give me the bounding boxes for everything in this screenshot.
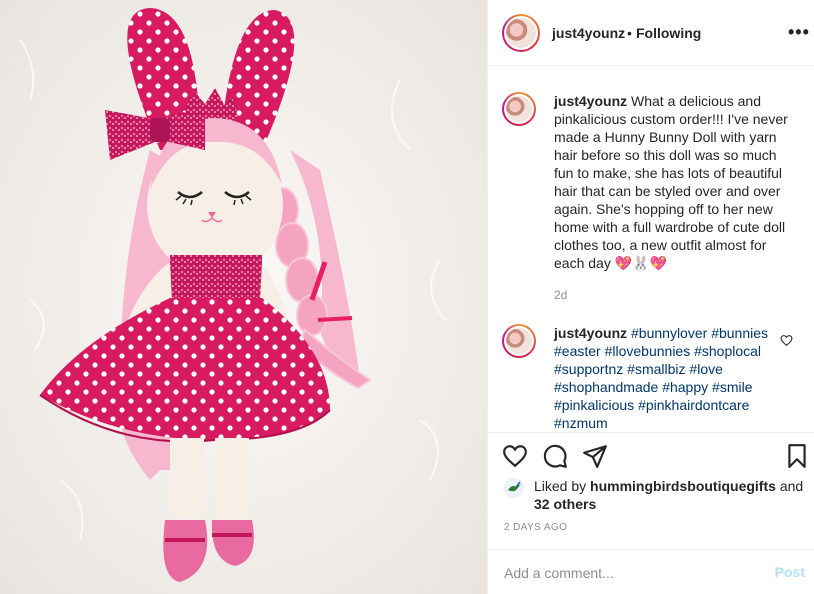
hashtag-link[interactable]: #love bbox=[689, 361, 722, 377]
hashtag-link[interactable]: #shophandmade bbox=[554, 379, 658, 395]
post-actions: Liked by hummingbirdsboutiquegifts and 3… bbox=[488, 432, 814, 594]
hashtag-comment-username[interactable]: just4younz bbox=[554, 325, 627, 341]
hashtag-link[interactable]: #bunnies bbox=[711, 325, 768, 341]
following-button[interactable]: Following bbox=[636, 25, 701, 41]
add-comment-bar: Post bbox=[488, 549, 814, 594]
hashtag-link[interactable]: #easter bbox=[554, 343, 601, 359]
hashtag-comment-avatar[interactable] bbox=[502, 324, 536, 358]
likes-text: Liked by hummingbirdsboutiquegifts and 3… bbox=[534, 477, 804, 513]
separator-dot: • bbox=[627, 25, 632, 41]
post-button[interactable]: Post bbox=[775, 564, 805, 580]
hashtag-link[interactable]: #happy bbox=[662, 379, 708, 395]
caption-body: What a delicious and pinkalicious custom… bbox=[554, 93, 788, 271]
caption-avatar[interactable] bbox=[502, 92, 536, 126]
post-sidebar: just4younz • Following ••• just4younz Wh… bbox=[487, 0, 814, 594]
hashtag-link[interactable]: #supportnz bbox=[554, 361, 623, 377]
caption-emoji: 💖🐰💖 bbox=[614, 255, 668, 271]
sequin-bodice bbox=[170, 255, 262, 300]
author-avatar[interactable] bbox=[502, 14, 540, 52]
hashtag-comment-text: just4younz #bunnylover #bunnies #easter … bbox=[554, 324, 792, 432]
more-options-icon[interactable]: ••• bbox=[788, 22, 810, 43]
hashtag-link[interactable]: #smallbiz bbox=[627, 361, 685, 377]
share-icon[interactable] bbox=[582, 443, 608, 469]
post-image[interactable] bbox=[0, 0, 487, 594]
comment-like-icon[interactable] bbox=[780, 334, 793, 347]
others-count[interactable]: 32 others bbox=[534, 496, 596, 512]
liked-by-prefix: Liked by bbox=[534, 478, 587, 494]
hashtag-link[interactable]: #smile bbox=[712, 379, 752, 395]
caption-time[interactable]: 2d bbox=[554, 288, 567, 302]
liker-avatar[interactable] bbox=[504, 478, 524, 498]
bookmark-icon[interactable] bbox=[784, 443, 810, 469]
hashtag-link[interactable]: #pinkalicious bbox=[554, 397, 634, 413]
hashtag-link[interactable]: #shoplocal bbox=[694, 343, 761, 359]
caption-username[interactable]: just4younz bbox=[554, 93, 627, 109]
comment-input[interactable] bbox=[504, 563, 754, 583]
hashtag-link[interactable]: #nzmum bbox=[554, 415, 608, 431]
caption-text: just4younz What a delicious and pinkalic… bbox=[554, 92, 792, 272]
heart-icon[interactable] bbox=[502, 443, 528, 469]
liker-username[interactable]: hummingbirdsboutiquegifts bbox=[590, 478, 776, 494]
post-timestamp[interactable]: 2 DAYS AGO bbox=[504, 522, 567, 533]
hashtag-link[interactable]: #bunnylover bbox=[631, 325, 707, 341]
hashtag-link[interactable]: #llovebunnies bbox=[605, 343, 691, 359]
author-username[interactable]: just4younz bbox=[552, 25, 625, 41]
liked-and: and bbox=[779, 478, 804, 494]
hummingbird-logo-icon bbox=[508, 481, 521, 492]
comment-icon[interactable] bbox=[542, 443, 568, 469]
hashtag-link[interactable]: #pinkhairdontcare bbox=[638, 397, 749, 413]
comments-list[interactable]: just4younz What a delicious and pinkalic… bbox=[488, 66, 814, 432]
post-header: just4younz • Following ••• bbox=[488, 0, 814, 66]
doll-photo bbox=[0, 0, 487, 594]
